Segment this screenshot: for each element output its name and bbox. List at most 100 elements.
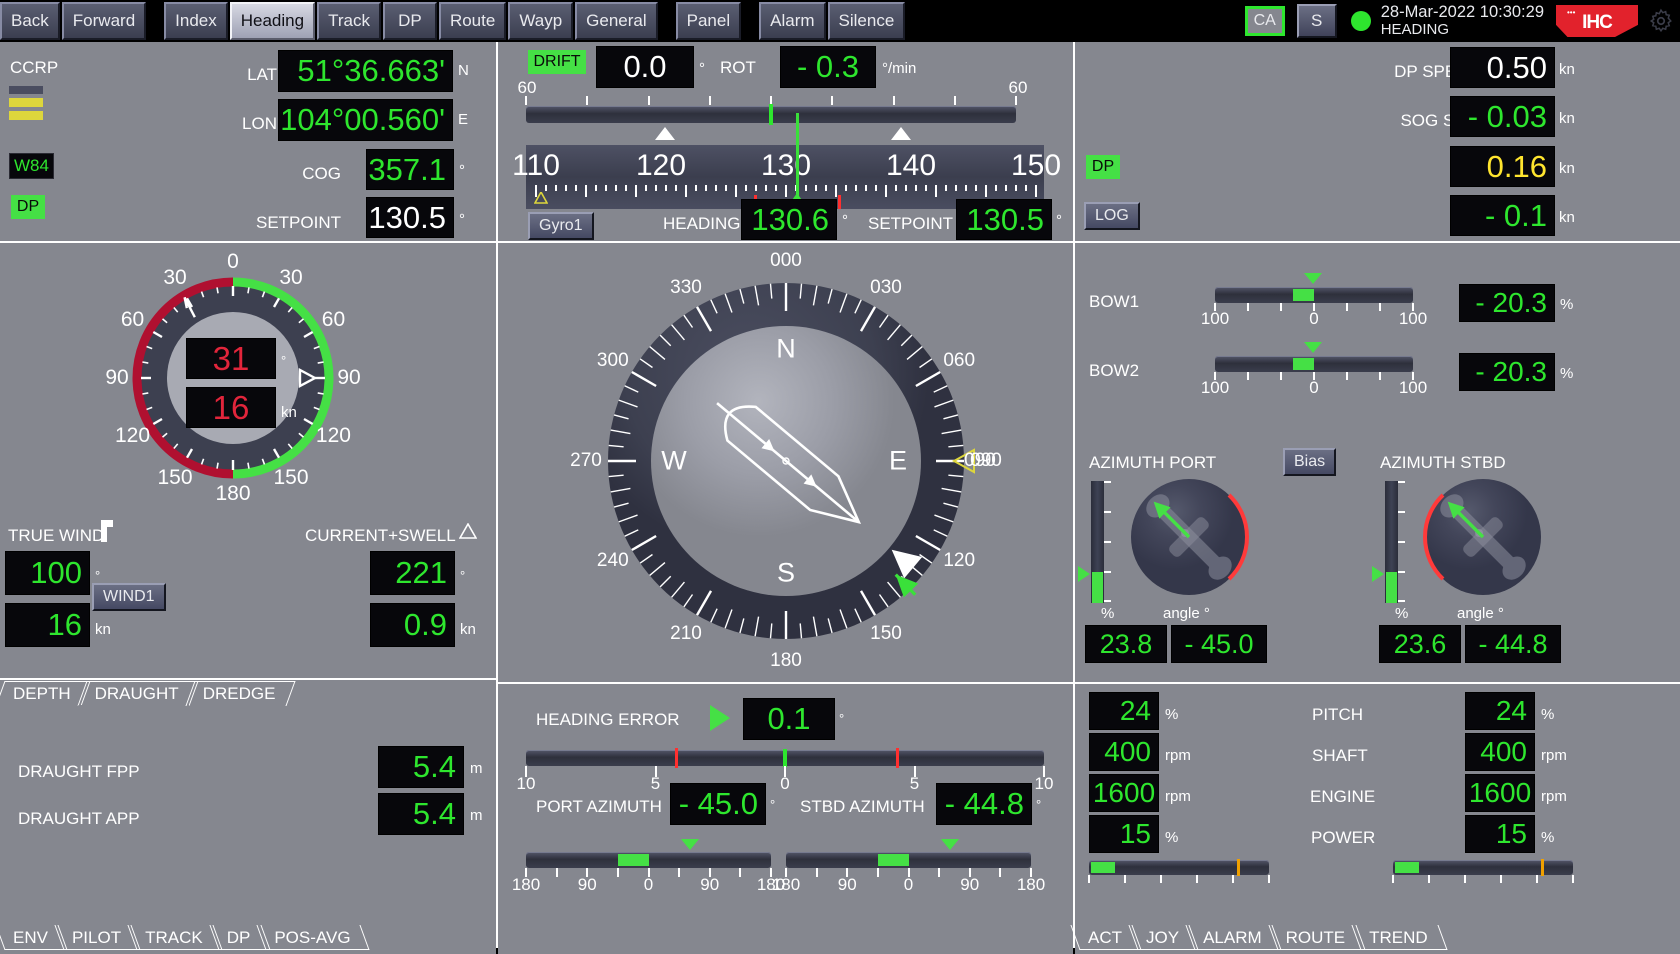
tab-draught[interactable]: DRAUGHT [82, 681, 192, 706]
power-stbd-tick-row [1393, 875, 1573, 884]
tab-dp[interactable]: DP [214, 925, 264, 950]
tick-mark [1464, 875, 1466, 883]
gear-icon[interactable] [1648, 8, 1674, 34]
scale-label: 0 [644, 875, 653, 895]
s-button[interactable]: S [1297, 4, 1337, 38]
tab-env[interactable]: ENV [0, 925, 61, 950]
bow1-bar[interactable] [1215, 287, 1413, 303]
shaft-port-unit: rpm [1165, 747, 1191, 764]
tab-depth[interactable]: DEPTH [0, 681, 84, 706]
rot-marker-right [891, 127, 911, 140]
scale-label: 180 [512, 875, 540, 895]
true-wind-label: TRUE WIND [8, 526, 104, 546]
az-port-pct-bar[interactable] [1091, 481, 1107, 603]
wind-speed-value: 16 [186, 387, 276, 428]
tape-tick [745, 185, 747, 191]
true-wind-dir-value: 100 [5, 551, 90, 595]
current-spd-value: 0.9 [370, 603, 455, 647]
tick-mark [1088, 875, 1090, 883]
scale-label: 0 [904, 875, 913, 895]
tab-trend[interactable]: TREND [1356, 925, 1441, 950]
setpoint-unit: ° [459, 211, 465, 228]
datum-badge: W84 [9, 153, 54, 179]
bias-button[interactable]: Bias [1283, 448, 1336, 476]
datetime-text: 28-Mar-2022 10:30:29 [1381, 4, 1544, 21]
stbd-az-label-row: 18090090180 [786, 875, 1031, 899]
tab-route[interactable]: Route [439, 2, 506, 40]
power-port-bar[interactable] [1089, 860, 1269, 875]
az-port-pct-value: 23.8 [1085, 625, 1167, 663]
bow2-unit: % [1560, 365, 1573, 382]
az-stbd-pct-bar[interactable] [1385, 481, 1401, 603]
tape-tick [595, 185, 597, 191]
stbd-azimuth-bar[interactable] [786, 852, 1031, 868]
tab-joy[interactable]: JOY [1133, 925, 1192, 950]
tape-tick [615, 185, 617, 191]
tab-track[interactable]: TRACK [132, 925, 216, 950]
tick-mark [954, 96, 956, 105]
current-spd-unit: kn [460, 621, 476, 638]
tape-tick [945, 185, 947, 191]
tab-alarm[interactable]: ALARM [1190, 925, 1275, 950]
heading-error-unit: ° [839, 711, 844, 726]
engine-label: ENGINE [1310, 787, 1375, 807]
indicator-bar-3 [9, 111, 43, 120]
tab-act[interactable]: ACT [1075, 925, 1135, 950]
silence-button[interactable]: Silence [828, 2, 906, 40]
tape-tick [1005, 185, 1007, 191]
ca-indicator[interactable]: CA [1245, 6, 1285, 36]
power-stbd-bar[interactable] [1393, 860, 1573, 875]
stbd-azimuth-value: - 44.8 [936, 783, 1032, 825]
gyro-source-button[interactable]: Gyro1 [528, 212, 594, 240]
tab-index[interactable]: Index [164, 2, 228, 40]
engine-stbd-value: 1600 [1465, 774, 1535, 812]
current-triangle-icon [459, 523, 477, 544]
tape-tick [635, 185, 637, 197]
draught-app-unit: m [470, 807, 483, 824]
tab-pos-avg[interactable]: POS-AVG [261, 925, 363, 950]
port-azimuth-bar[interactable] [526, 852, 771, 868]
tab-wayp[interactable]: Wayp [508, 2, 573, 40]
forward-button[interactable]: Forward [62, 2, 146, 40]
wind-scale-label: 30 [163, 266, 186, 290]
heading-error-value: 0.1 [743, 698, 835, 740]
log-source-button[interactable]: LOG [1084, 202, 1140, 230]
tape-tick [625, 185, 627, 191]
azimuth-stbd-label: AZIMUTH STBD [1380, 453, 1506, 473]
tab-heading[interactable]: Heading [230, 2, 315, 40]
wind-panel: 0306090120150180150120906030 31 ° 16 kn … [0, 243, 496, 678]
compass-panel[interactable]: 000030060090120150180210240270300330NESW… [498, 243, 1073, 682]
pitch-port-unit: % [1165, 706, 1178, 723]
scale-label: 180 [772, 875, 800, 895]
he-limit-left [675, 748, 678, 768]
azimuth-port-gauge[interactable] [1125, 473, 1253, 601]
wind-source-button[interactable]: WIND1 [92, 583, 166, 611]
alarm-button[interactable]: Alarm [759, 2, 825, 40]
tab-general[interactable]: General [575, 2, 657, 40]
tab-dp[interactable]: DP [383, 2, 437, 40]
rot-bar[interactable] [526, 106, 1016, 123]
pitch-stbd-unit: % [1541, 706, 1554, 723]
tick-mark [1015, 96, 1017, 105]
tab-route[interactable]: ROUTE [1273, 925, 1359, 950]
azimuth-stbd-gauge[interactable] [1419, 473, 1547, 601]
heading-error-bar[interactable] [526, 750, 1044, 766]
datetime-block: 28-Mar-2022 10:30:29 HEADING [1381, 4, 1544, 37]
speed-dp-badge: DP [1086, 155, 1120, 179]
bow2-bar[interactable] [1215, 356, 1413, 372]
hdg-setpoint-label: SETPOINT [868, 214, 953, 234]
true-wind-spd-unit: kn [95, 621, 111, 638]
scale-label: 180 [1017, 875, 1045, 895]
shaft-label: SHAFT [1312, 746, 1368, 766]
tape-limit-right [838, 195, 841, 209]
shaft-port-value: 400 [1089, 733, 1159, 771]
tab-dredge[interactable]: DREDGE [190, 681, 289, 706]
compass-ring-label: 120 [943, 550, 975, 572]
back-button[interactable]: Back [0, 2, 60, 40]
tab-track[interactable]: Track [317, 2, 381, 40]
compass-rose[interactable]: 000030060090120150180210240270300330NESW… [576, 251, 996, 671]
engine-stbd-unit: rpm [1541, 788, 1567, 805]
panel-button[interactable]: Panel [676, 2, 741, 40]
tab-pilot[interactable]: PILOT [59, 925, 134, 950]
az-stbd-pct-ticks [1398, 481, 1405, 603]
